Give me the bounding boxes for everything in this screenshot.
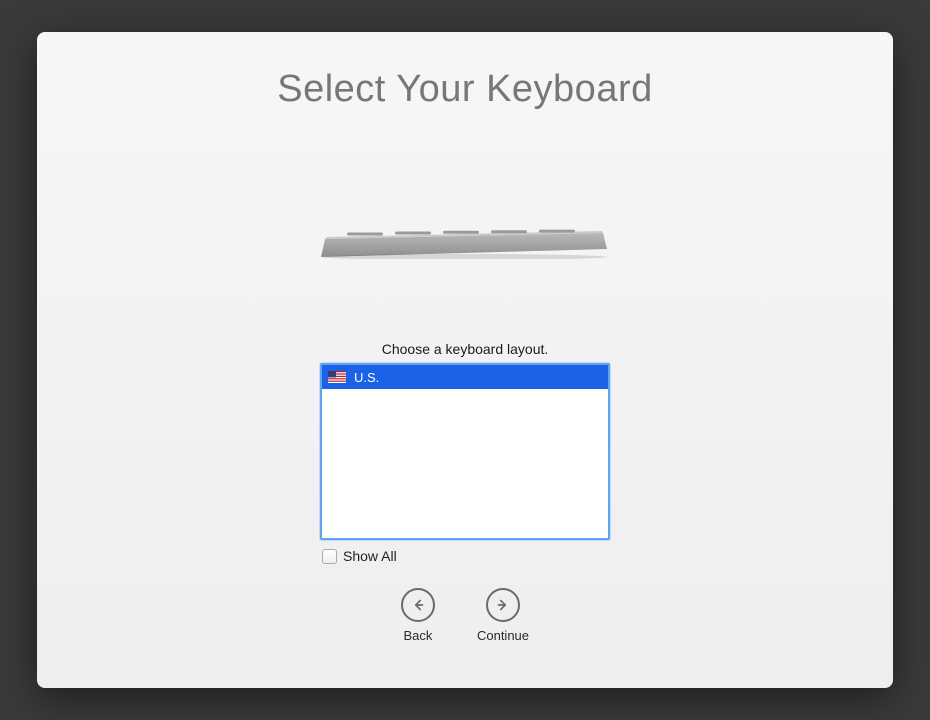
nav-buttons: Back Continue: [401, 588, 529, 643]
arrow-left-icon: [401, 588, 435, 622]
layout-option-us[interactable]: U.S.: [322, 365, 608, 389]
show-all-row: Show All: [320, 548, 610, 564]
show-all-checkbox[interactable]: [322, 549, 337, 564]
continue-button[interactable]: Continue: [477, 588, 529, 643]
continue-label: Continue: [477, 628, 529, 643]
show-all-label[interactable]: Show All: [343, 548, 397, 564]
flag-us-icon: [328, 371, 346, 383]
keyboard-illustration: [315, 211, 615, 259]
arrow-right-icon: [486, 588, 520, 622]
prompt-text: Choose a keyboard layout.: [382, 341, 549, 357]
setup-panel: Select Your Keyboard Choose a keyboard l…: [37, 32, 893, 688]
layout-option-label: U.S.: [354, 370, 379, 385]
page-title: Select Your Keyboard: [277, 68, 653, 111]
back-button[interactable]: Back: [401, 588, 435, 643]
back-label: Back: [404, 628, 433, 643]
keyboard-layout-list[interactable]: U.S.: [320, 363, 610, 540]
